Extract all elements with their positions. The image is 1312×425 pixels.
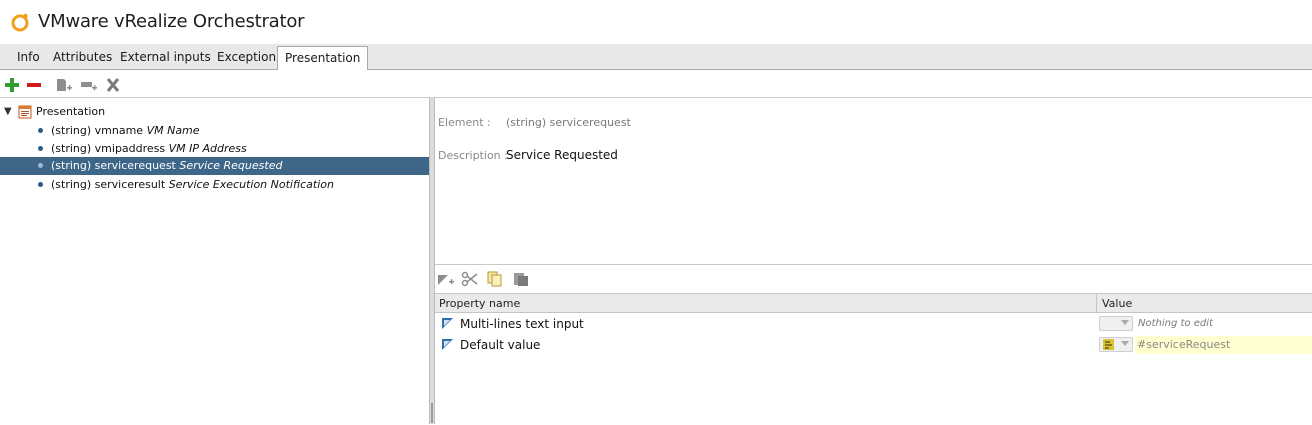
tab-bar: Info Attributes External inputs Exceptio… bbox=[0, 44, 1312, 70]
remove-icon[interactable] bbox=[25, 77, 43, 93]
tab-info[interactable]: Info bbox=[17, 50, 40, 64]
value-type-dropdown[interactable] bbox=[1099, 337, 1133, 352]
new-input-icon[interactable] bbox=[80, 77, 98, 93]
dropdown-arrow-icon bbox=[1121, 341, 1129, 346]
column-header-property-name[interactable]: Property name bbox=[439, 297, 520, 310]
bullet-icon bbox=[38, 182, 43, 187]
tree-item-label: (string) servicerequest Service Requeste… bbox=[51, 159, 283, 172]
presentation-icon bbox=[18, 105, 32, 119]
element-label: Element : bbox=[438, 116, 491, 129]
description-label: Description : bbox=[438, 149, 508, 162]
tree-item-label: (string) vmipaddress VM IP Address bbox=[51, 142, 247, 155]
copy-icon[interactable] bbox=[486, 271, 504, 287]
column-header-value[interactable]: Value bbox=[1102, 297, 1132, 310]
property-name: Multi-lines text input bbox=[460, 317, 584, 331]
vro-logo-icon bbox=[11, 13, 29, 32]
add-icon[interactable] bbox=[3, 77, 21, 93]
column-separator[interactable] bbox=[1096, 294, 1097, 313]
tree-item-vmipaddress[interactable]: (string) vmipaddress VM IP Address bbox=[0, 140, 430, 158]
tab-presentation[interactable]: Presentation bbox=[277, 46, 369, 70]
tree-item-serviceresult[interactable]: (string) serviceresult Service Execution… bbox=[0, 176, 430, 194]
property-value: Nothing to edit bbox=[1138, 318, 1213, 329]
tab-external-inputs[interactable]: External inputs bbox=[120, 50, 211, 64]
properties-table-header: Property name Value bbox=[435, 293, 1312, 313]
property-icon bbox=[442, 318, 453, 329]
tree-root-label: Presentation bbox=[36, 105, 106, 118]
property-icon bbox=[442, 339, 453, 350]
properties-toolbar bbox=[435, 268, 1312, 290]
property-row-default-value[interactable]: Default value #serviceRequest bbox=[435, 335, 1312, 355]
divider bbox=[435, 264, 1312, 265]
value-type-dropdown[interactable] bbox=[1099, 316, 1133, 331]
default-value-input[interactable]: #serviceRequest bbox=[1135, 336, 1312, 354]
tab-attributes[interactable]: Attributes bbox=[53, 50, 112, 64]
tree-item-label: (string) serviceresult Service Execution… bbox=[51, 178, 334, 191]
app-title: VMware vRealize Orchestrator bbox=[38, 11, 305, 32]
property-name: Default value bbox=[460, 338, 541, 352]
bullet-icon bbox=[38, 128, 43, 133]
presentation-toolbar bbox=[0, 72, 430, 98]
tab-exception[interactable]: Exception bbox=[217, 50, 276, 64]
new-step-icon[interactable] bbox=[55, 77, 73, 93]
bullet-icon bbox=[38, 146, 43, 151]
property-row-multiline[interactable]: Multi-lines text input Nothing to edit bbox=[435, 314, 1312, 334]
default-value-text: #serviceRequest bbox=[1137, 338, 1231, 351]
presentation-tree: ▼ Presentation (string) vmname VM Name (… bbox=[0, 97, 430, 425]
element-value: (string) servicerequest bbox=[506, 116, 631, 129]
bullet-icon bbox=[38, 163, 43, 168]
splitter-grip[interactable] bbox=[431, 403, 433, 423]
details-pane: Element : (string) servicerequest Descri… bbox=[435, 97, 1312, 424]
description-value[interactable]: Service Requested bbox=[506, 148, 618, 162]
title-bar: VMware vRealize Orchestrator bbox=[0, 0, 1312, 44]
tree-root-presentation[interactable]: ▼ Presentation bbox=[0, 103, 430, 121]
tree-item-label: (string) vmname VM Name bbox=[51, 124, 200, 137]
tree-item-vmname[interactable]: (string) vmname VM Name bbox=[0, 122, 430, 140]
tree-item-servicerequest[interactable]: (string) servicerequest Service Requeste… bbox=[0, 157, 430, 175]
add-property-icon[interactable] bbox=[437, 271, 455, 287]
cut-icon[interactable] bbox=[461, 271, 479, 287]
paste-icon[interactable] bbox=[512, 271, 530, 287]
binding-icon bbox=[1103, 339, 1114, 350]
delete-icon[interactable] bbox=[104, 77, 122, 93]
expand-arrow-icon[interactable]: ▼ bbox=[4, 106, 12, 117]
dropdown-arrow-icon bbox=[1121, 320, 1129, 325]
